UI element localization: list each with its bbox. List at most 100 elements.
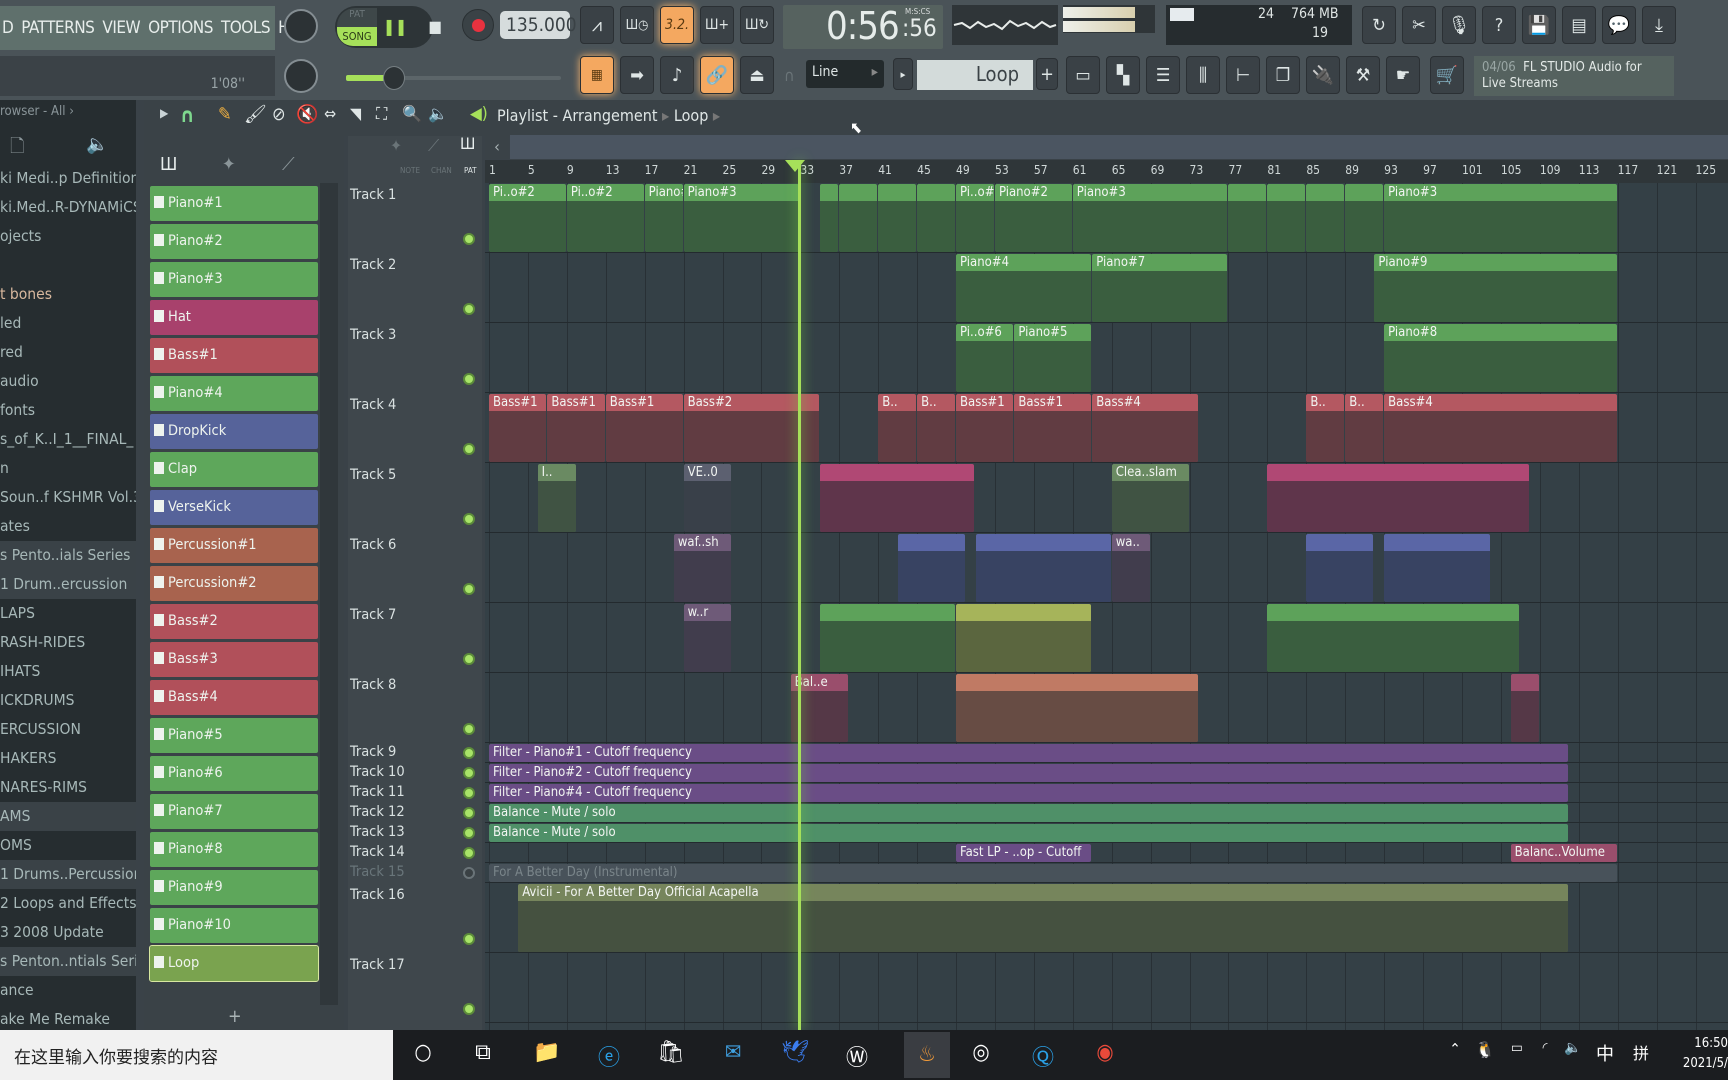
- audio-editor-button[interactable]: ✂: [1402, 6, 1436, 44]
- tray-expand-icon[interactable]: ⌃: [1440, 1040, 1470, 1070]
- browser-item[interactable]: 1 Drums..Percussion: [0, 860, 136, 889]
- pattern-item[interactable]: DropKick: [150, 414, 318, 449]
- countdown-button[interactable]: 3.2.: [660, 6, 694, 44]
- playlist-clip[interactable]: Pi..o#6: [956, 324, 1014, 392]
- menu-item-options[interactable]: OPTIONS: [148, 18, 213, 38]
- playlist-clip[interactable]: Piano#3: [1384, 184, 1617, 252]
- master-volume-knob[interactable]: [284, 9, 318, 43]
- project-picker-button[interactable]: ❐: [1266, 56, 1300, 94]
- playlist-clip[interactable]: Pi..o#2: [956, 184, 994, 252]
- menu-item-patterns[interactable]: PATTERNS: [21, 18, 95, 38]
- track-mute-led[interactable]: [463, 233, 475, 245]
- track-mute-led[interactable]: [463, 787, 475, 799]
- playlist-menu-arrow-icon[interactable]: ▶: [160, 106, 168, 120]
- browser-item[interactable]: ICKDRUMS: [0, 686, 136, 715]
- loop-record-button[interactable]: Ш↻: [740, 6, 774, 44]
- browser-item[interactable]: [0, 251, 136, 280]
- blend-notes-button[interactable]: ♪: [660, 56, 694, 94]
- playlist-clip[interactable]: Bass#1: [547, 394, 605, 462]
- playlist-clip[interactable]: [1306, 184, 1345, 252]
- track-header[interactable]: Track 15: [348, 864, 480, 880]
- pause-button[interactable]: ❚❚: [380, 10, 410, 44]
- undo-history-button[interactable]: ↻: [1362, 6, 1396, 44]
- track-mute-led[interactable]: [463, 767, 475, 779]
- pattern-view-icon[interactable]: Ш: [460, 134, 475, 153]
- playlist-clip[interactable]: Piano#3: [1072, 184, 1228, 252]
- magnet-snap-icon[interactable]: ∩: [180, 103, 195, 127]
- touch-controller-button[interactable]: ⚒: [1346, 56, 1380, 94]
- pattern-selector[interactable]: Loop: [917, 60, 1033, 90]
- scroll-left-button[interactable]: ‹: [485, 135, 509, 159]
- task-view-icon[interactable]: ⧉: [468, 1040, 498, 1070]
- playlist-clip[interactable]: [1228, 184, 1267, 252]
- wait-record-button[interactable]: Ш◷: [620, 6, 654, 44]
- playlist-clip[interactable]: Balanc..Volume: [1510, 844, 1617, 862]
- news-panel[interactable]: 04/06 FL STUDIO Audio for Live Streams: [1474, 56, 1674, 96]
- speaker-icon[interactable]: 🔈: [86, 134, 108, 155]
- track-header[interactable]: Track 10: [348, 764, 480, 780]
- browser-item[interactable]: Soun..f KSHMR Vol.3: [0, 483, 136, 512]
- playlist-clip[interactable]: Pi..o#2: [566, 184, 644, 252]
- pattern-item[interactable]: Piano#5: [150, 718, 318, 753]
- browser-item[interactable]: t bones: [0, 280, 136, 309]
- select-icon[interactable]: ⛶: [376, 104, 387, 124]
- playlist-clip[interactable]: [917, 184, 956, 252]
- automation-filter-icon[interactable]: ⟋: [282, 154, 295, 175]
- playlist-clip[interactable]: B..: [917, 394, 956, 462]
- track-header[interactable]: Track 7: [348, 607, 480, 623]
- playlist-clip[interactable]: [1510, 674, 1539, 742]
- playlist-clip[interactable]: [1306, 534, 1374, 602]
- pattern-item[interactable]: VerseKick: [150, 490, 318, 525]
- export-button[interactable]: ▤: [1562, 6, 1596, 44]
- ime-mode[interactable]: 中: [1590, 1040, 1620, 1070]
- track-header[interactable]: Track 2: [348, 257, 480, 273]
- playlist-clip[interactable]: Clea..slam: [1111, 464, 1189, 532]
- playlist-clip[interactable]: Piano#7: [1092, 254, 1228, 322]
- playlist-clip[interactable]: Filter - Piano#2 - Cutoff frequency: [489, 764, 1569, 782]
- pattern-item[interactable]: Hat: [150, 300, 318, 335]
- save-button[interactable]: 💾: [1522, 6, 1556, 44]
- piano-filter-icon[interactable]: Ш: [160, 154, 177, 175]
- playlist-clip[interactable]: [956, 674, 1199, 742]
- playlist-clip[interactable]: Bass#4: [1092, 394, 1199, 462]
- fl-studio-icon[interactable]: ♨: [904, 1032, 950, 1078]
- playlist-overview-scrollbar[interactable]: [510, 135, 1728, 159]
- playlist-clip[interactable]: Bass#1: [605, 394, 683, 462]
- multilink-button[interactable]: ⏏: [740, 56, 774, 94]
- browser-item[interactable]: IHATS: [0, 657, 136, 686]
- automation-view-icon[interactable]: ⟋: [428, 136, 439, 156]
- playlist-clip[interactable]: Filter - Piano#1 - Cutoff frequency: [489, 744, 1569, 762]
- playlist-clip[interactable]: [819, 184, 839, 252]
- playlist-clip[interactable]: Piano#2: [644, 184, 683, 252]
- pattern-item[interactable]: Piano#7: [150, 794, 318, 829]
- browser-item[interactable]: 1 Drum..ercussion: [0, 570, 136, 599]
- song-mode-button[interactable]: SONG: [337, 27, 377, 46]
- pattern-scrollbar[interactable]: [320, 183, 338, 1005]
- browser-item[interactable]: LAPS: [0, 599, 136, 628]
- arrow-button[interactable]: ➡: [620, 56, 654, 94]
- track-header[interactable]: Track 9: [348, 744, 480, 760]
- browser-item[interactable]: s Pento..ials Series: [0, 541, 136, 570]
- track-header[interactable]: Track 5: [348, 467, 480, 483]
- playlist-clip[interactable]: Avicii - For A Better Day Official Acape…: [518, 884, 1569, 952]
- pattern-item[interactable]: Piano#8: [150, 832, 318, 867]
- link-button[interactable]: 🔗: [700, 56, 734, 94]
- menu-item-view[interactable]: VIEW: [102, 18, 140, 38]
- view-tab-chan[interactable]: CHAN: [431, 166, 452, 175]
- pattern-item[interactable]: Piano#6: [150, 756, 318, 791]
- help-button[interactable]: ?: [1482, 6, 1516, 44]
- browser-item[interactable]: audio: [0, 367, 136, 396]
- view-tab-note[interactable]: NOTE: [400, 166, 420, 175]
- track-mute-led[interactable]: [463, 867, 475, 879]
- browser-item[interactable]: RASH-RIDES: [0, 628, 136, 657]
- wifi-icon[interactable]: ◜: [1530, 1040, 1560, 1070]
- playlist-clip[interactable]: VE..0: [683, 464, 732, 532]
- pattern-item[interactable]: Bass#4: [150, 680, 318, 715]
- audio-view-icon[interactable]: ✦: [390, 136, 402, 155]
- mixer-button[interactable]: ⫼: [1186, 56, 1220, 94]
- taskbar-clock[interactable]: 16:50 2021/5/: [1670, 1034, 1728, 1074]
- browser-header[interactable]: rowser - All ›: [0, 104, 136, 119]
- record-audio-button[interactable]: 🎙: [1442, 6, 1476, 44]
- timeline-ruler[interactable]: 1 5 9 13 17 21 25 29 33 37 41 45 49 53 57 61 65 69 73 77 81 8…: [485, 160, 1728, 183]
- step-edit-button[interactable]: Ш+: [700, 6, 734, 44]
